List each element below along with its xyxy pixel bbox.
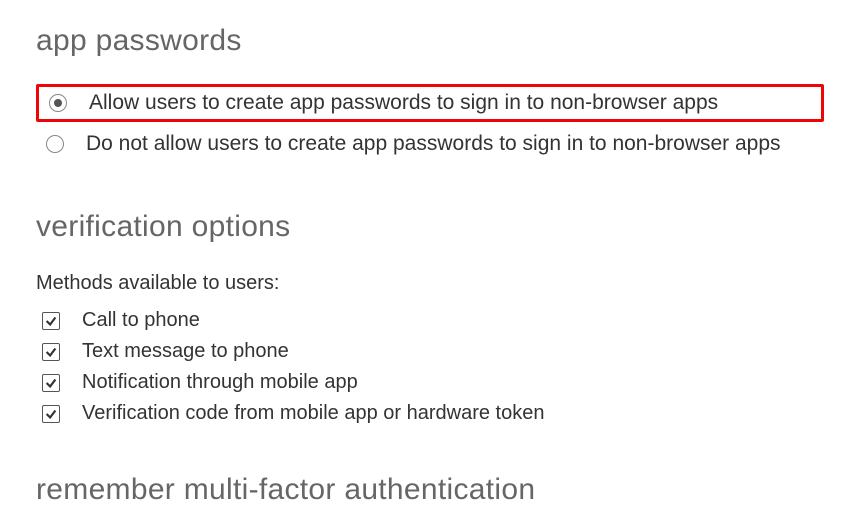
verification-options-heading: verification options <box>36 210 824 244</box>
remember-mfa-heading: remember multi-factor authentication <box>36 473 824 507</box>
radio-label: Do not allow users to create app passwor… <box>86 132 781 156</box>
app-passwords-heading: app passwords <box>36 24 824 58</box>
radio-label: Allow users to create app passwords to s… <box>89 91 718 115</box>
radio-allow-app-passwords[interactable]: Allow users to create app passwords to s… <box>36 84 824 122</box>
checkbox-verification-code[interactable]: Verification code from mobile app or har… <box>36 398 824 429</box>
checkbox-icon <box>42 405 60 423</box>
checkbox-notification-app[interactable]: Notification through mobile app <box>36 367 824 398</box>
radio-icon <box>46 135 64 153</box>
checkbox-icon <box>42 374 60 392</box>
methods-available-label: Methods available to users: <box>36 272 824 295</box>
checkbox-label: Call to phone <box>82 309 200 332</box>
checkbox-icon <box>42 312 60 330</box>
radio-icon <box>49 94 67 112</box>
radio-disallow-app-passwords[interactable]: Do not allow users to create app passwor… <box>36 126 824 162</box>
checkbox-call-to-phone[interactable]: Call to phone <box>36 305 824 336</box>
checkbox-label: Text message to phone <box>82 340 289 363</box>
checkbox-label: Verification code from mobile app or har… <box>82 402 544 425</box>
checkbox-text-message[interactable]: Text message to phone <box>36 336 824 367</box>
checkbox-label: Notification through mobile app <box>82 371 358 394</box>
checkbox-icon <box>42 343 60 361</box>
